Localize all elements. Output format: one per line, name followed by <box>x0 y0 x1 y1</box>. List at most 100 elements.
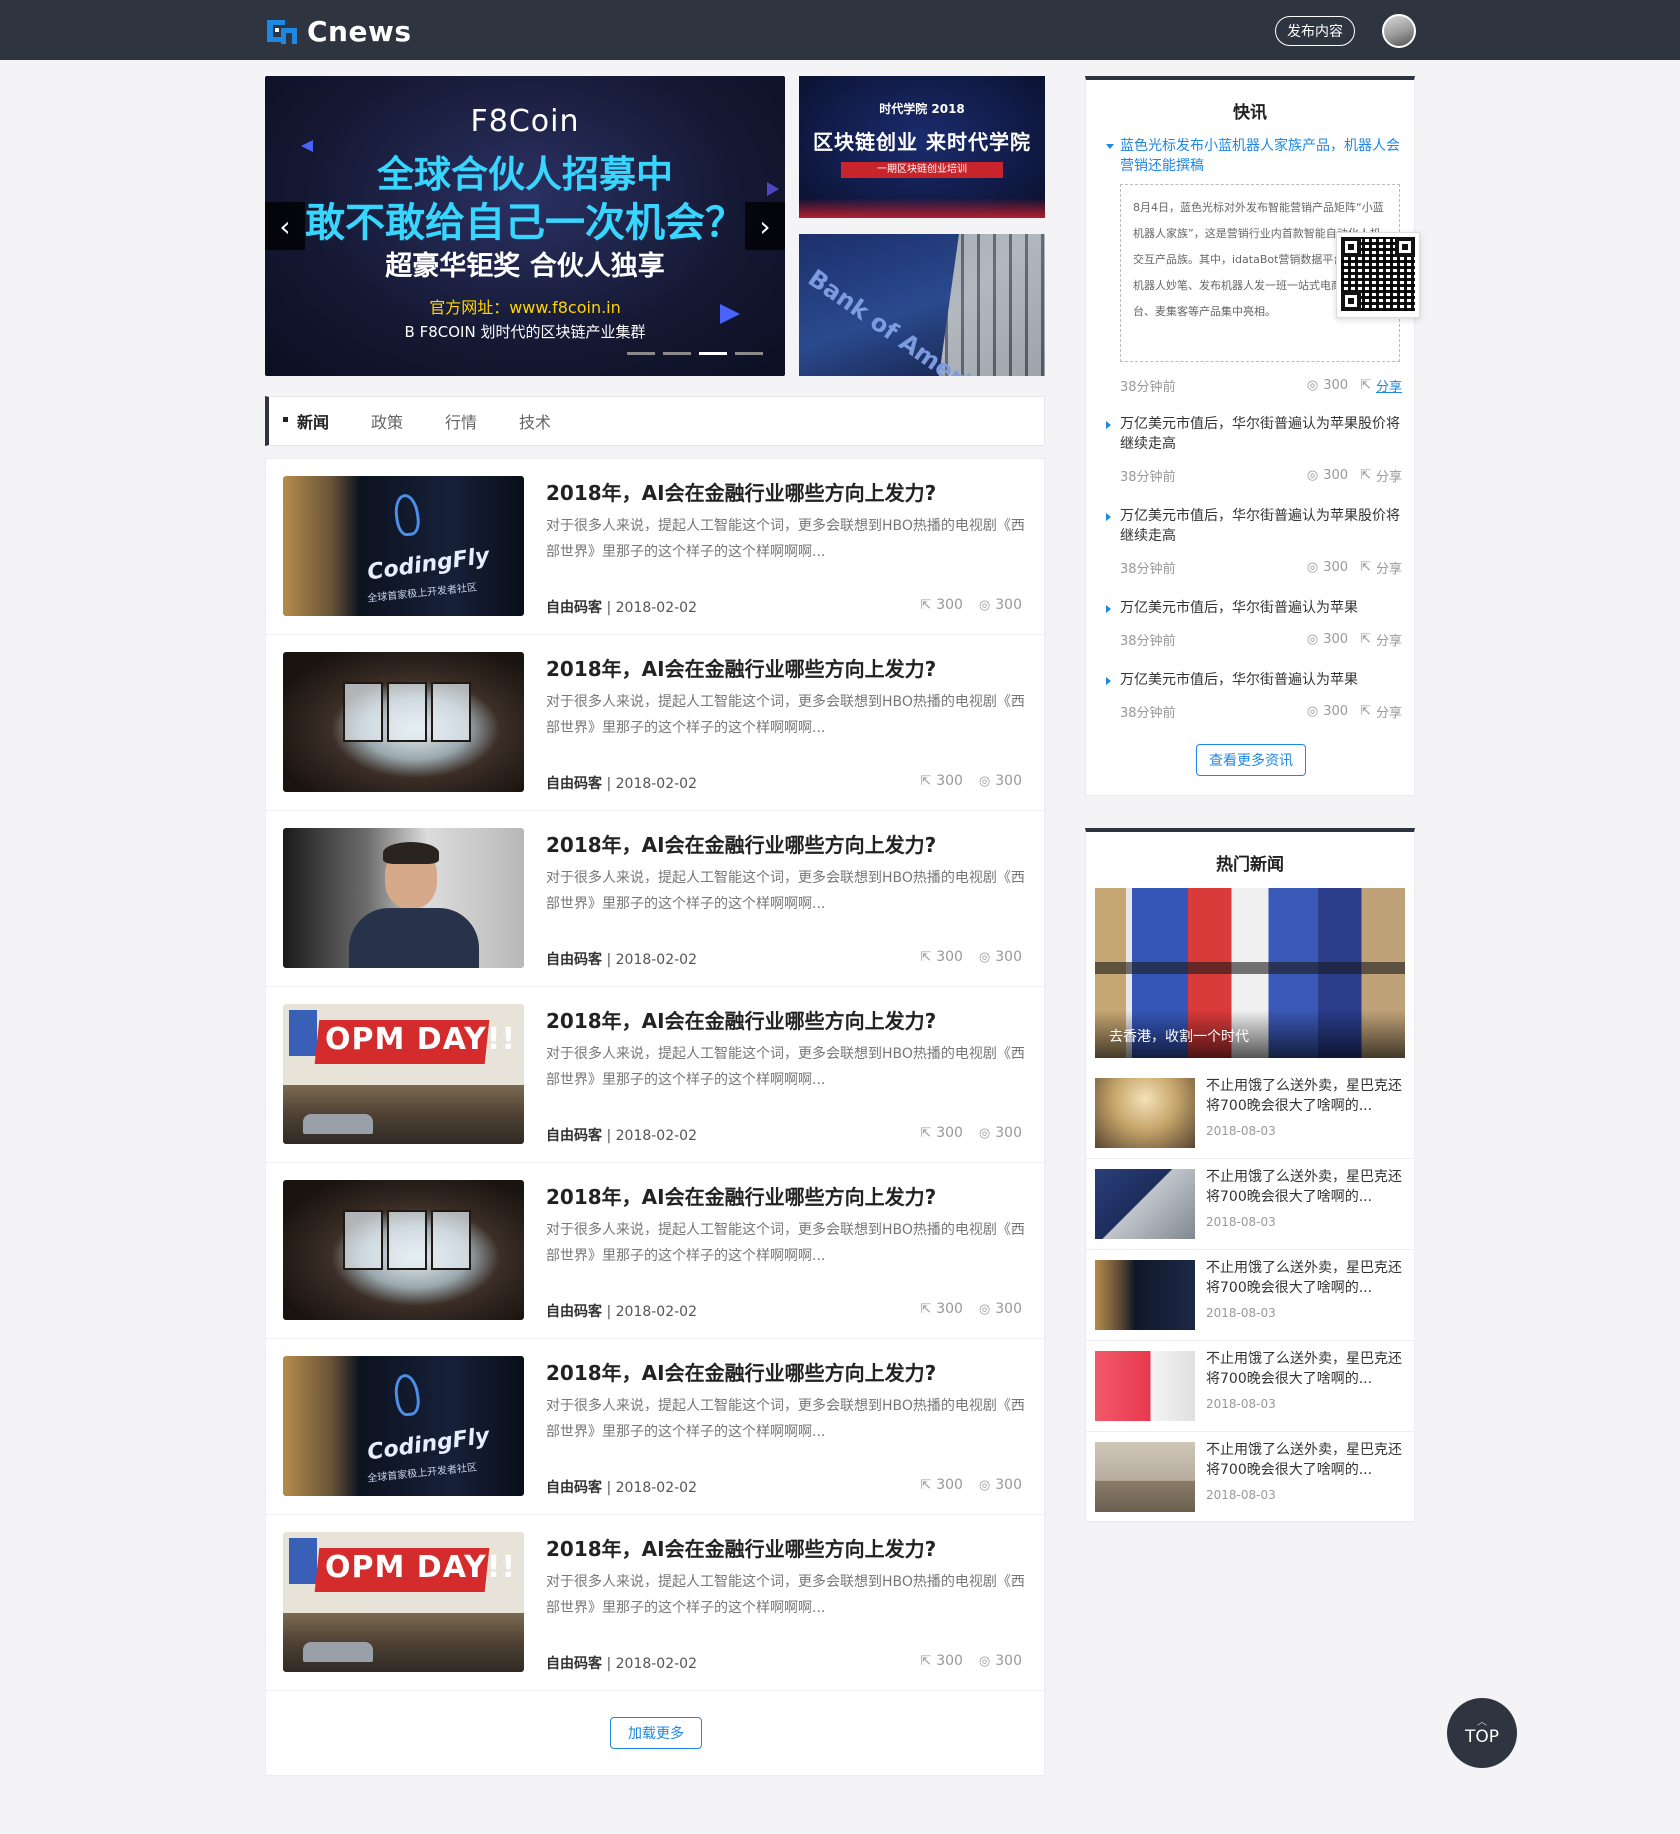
main-banner-carousel[interactable]: F8Coin 全球合伙人招募中 敢不敢给自己一次机会？ 超豪华钜奖 合伙人独享 … <box>265 76 785 376</box>
hot-news-title-text[interactable]: 不止用饿了么送外卖，星巴克还将700晚会很大了啥啊的... <box>1206 1167 1406 1207</box>
hot-news-title-text[interactable]: 不止用饿了么送外卖，星巴克还将700晚会很大了啥啊的... <box>1206 1349 1406 1389</box>
eye-icon: ◎ <box>1306 704 1319 719</box>
carousel-dot-active[interactable] <box>699 352 727 355</box>
news-author[interactable]: 自由码客 <box>546 600 602 616</box>
flash-share[interactable]: ⇱ 分享 <box>1360 376 1402 395</box>
news-item[interactable]: OPM DAY!! 2018年，AI会在金融行业哪些方向上发力? 对于很多人来说… <box>266 987 1044 1163</box>
news-title[interactable]: 2018年，AI会在金融行业哪些方向上发力? <box>546 653 936 682</box>
news-thumbnail[interactable] <box>283 828 524 968</box>
tab-market[interactable]: 行情 <box>445 409 477 433</box>
hot-news-thumbnail[interactable] <box>1095 1169 1195 1239</box>
car-shape <box>303 1642 373 1662</box>
share-link[interactable]: 分享 <box>1376 630 1402 649</box>
hot-feature-card[interactable]: 去香港，收割一个时代 <box>1095 888 1405 1058</box>
news-title[interactable]: 2018年，AI会在金融行业哪些方向上发力? <box>546 477 936 506</box>
view-more-news-button[interactable]: 查看更多资讯 <box>1196 744 1306 776</box>
poster-blue-block <box>289 1538 317 1584</box>
eye-icon: ◎ <box>1306 560 1319 575</box>
side-banner-bank[interactable]: Bank of America <box>799 234 1045 376</box>
tab-tech[interactable]: 技术 <box>519 409 551 433</box>
share-icon: ⇱ <box>920 1653 932 1669</box>
user-avatar[interactable] <box>1382 14 1416 48</box>
share-count[interactable]: ⇱ 300 <box>920 597 963 613</box>
side-banner-title: 区块链创业 来时代学院 <box>813 130 1031 154</box>
news-title[interactable]: 2018年，AI会在金融行业哪些方向上发力? <box>546 1181 936 1210</box>
load-more-button[interactable]: 加载更多 <box>610 1717 702 1749</box>
hot-news-thumbnail[interactable] <box>1095 1078 1195 1148</box>
hot-news-title-text[interactable]: 不止用饿了么送外卖，星巴克还将700晚会很大了啥啊的... <box>1206 1076 1406 1116</box>
flash-item-title[interactable]: 万亿美元市值后，华尔街普遍认为苹果股价将继续走高 <box>1106 506 1402 546</box>
share-count[interactable]: ⇱ 300 <box>920 1301 963 1317</box>
news-title[interactable]: 2018年，AI会在金融行业哪些方向上发力? <box>546 1533 936 1562</box>
news-author[interactable]: 自由码客 <box>546 1128 602 1144</box>
share-count[interactable]: ⇱ 300 <box>920 1125 963 1141</box>
flash-item-title[interactable]: 万亿美元市值后，华尔街普遍认为苹果股价将继续走高 <box>1106 414 1402 454</box>
hot-news-thumbnail[interactable] <box>1095 1442 1195 1512</box>
hot-news-date: 2018-08-03 <box>1206 1124 1276 1138</box>
share-link[interactable]: 分享 <box>1376 376 1402 395</box>
hot-news-date: 2018-08-03 <box>1206 1215 1276 1229</box>
news-item[interactable]: CodingFly 全球首家极上开发者社区 2018年，AI会在金融行业哪些方向… <box>266 459 1044 635</box>
share-link[interactable]: 分享 <box>1376 558 1402 577</box>
carousel-next-button[interactable]: › <box>745 202 785 250</box>
flash-share[interactable]: ⇱ 分享 <box>1360 558 1402 577</box>
flash-item-title[interactable]: 万亿美元市值后，华尔街普遍认为苹果 <box>1106 670 1402 690</box>
carousel-dot[interactable] <box>663 352 691 355</box>
tab-policy[interactable]: 政策 <box>371 409 403 433</box>
share-count[interactable]: ⇱ 300 <box>920 773 963 789</box>
car-shape <box>303 1114 373 1134</box>
hot-news-item[interactable]: 不止用饿了么送外卖，星巴克还将700晚会很大了啥啊的... 2018-08-03 <box>1086 1432 1414 1523</box>
flash-item-title[interactable]: 蓝色光标发布小蓝机器人家族产品，机器人会营销还能撰稿 <box>1106 136 1402 176</box>
news-author[interactable]: 自由码客 <box>546 1480 602 1496</box>
news-title[interactable]: 2018年，AI会在金融行业哪些方向上发力? <box>546 1005 936 1034</box>
flash-share[interactable]: ⇱ 分享 <box>1360 466 1402 485</box>
news-title[interactable]: 2018年，AI会在金融行业哪些方向上发力? <box>546 829 936 858</box>
news-item[interactable]: CodingFly 全球首家极上开发者社区 2018年，AI会在金融行业哪些方向… <box>266 1339 1044 1515</box>
news-thumbnail[interactable]: OPM DAY!! <box>283 1532 524 1672</box>
hot-news-thumbnail[interactable] <box>1095 1351 1195 1421</box>
share-count[interactable]: ⇱ 300 <box>920 949 963 965</box>
news-item[interactable]: 2018年，AI会在金融行业哪些方向上发力? 对于很多人来说，提起人工智能这个词… <box>266 811 1044 987</box>
share-count[interactable]: ⇱ 300 <box>920 1653 963 1669</box>
flash-item-title[interactable]: 万亿美元市值后，华尔街普遍认为苹果 <box>1106 598 1402 618</box>
flash-views: ◎ 300 <box>1307 466 1348 485</box>
news-author[interactable]: 自由码客 <box>546 776 602 792</box>
carousel-prev-button[interactable]: ‹ <box>265 202 305 250</box>
hot-news-item[interactable]: 不止用饿了么送外卖，星巴克还将700晚会很大了啥啊的... 2018-08-03 <box>1086 1250 1414 1341</box>
news-author[interactable]: 自由码客 <box>546 952 602 968</box>
news-title[interactable]: 2018年，AI会在金融行业哪些方向上发力? <box>546 1357 936 1386</box>
news-byline: 自由码客 | 2018-02-02 <box>546 952 697 968</box>
news-item[interactable]: 2018年，AI会在金融行业哪些方向上发力? 对于很多人来说，提起人工智能这个词… <box>266 1163 1044 1339</box>
back-to-top-button[interactable]: ︿ TOP <box>1447 1698 1517 1768</box>
news-thumbnail[interactable]: CodingFly 全球首家极上开发者社区 <box>283 476 524 616</box>
news-summary: 对于很多人来说，提起人工智能这个词，更多会联想到HBO热播的电视剧《西部世界》里… <box>546 518 1025 560</box>
share-count[interactable]: ⇱ 300 <box>920 1477 963 1493</box>
tab-news[interactable]: 新闻 <box>282 409 329 433</box>
carousel-dot[interactable] <box>627 352 655 355</box>
carousel-dot[interactable] <box>735 352 763 355</box>
view-count-value: 300 <box>995 1477 1022 1493</box>
hot-news-item[interactable]: 不止用饿了么送外卖，星巴克还将700晚会很大了啥啊的... 2018-08-03 <box>1086 1068 1414 1159</box>
news-thumbnail[interactable]: CodingFly 全球首家极上开发者社区 <box>283 1356 524 1496</box>
publish-content-button[interactable]: 发布内容 <box>1275 16 1355 46</box>
news-item[interactable]: 2018年，AI会在金融行业哪些方向上发力? 对于很多人来说，提起人工智能这个词… <box>266 635 1044 811</box>
hot-news-item[interactable]: 不止用饿了么送外卖，星巴克还将700晚会很大了啥啊的... 2018-08-03 <box>1086 1341 1414 1432</box>
hot-news-thumbnail[interactable] <box>1095 1260 1195 1330</box>
view-count: ◎ 300 <box>979 1301 1022 1317</box>
news-author[interactable]: 自由码客 <box>546 1304 602 1320</box>
hot-news-title-text[interactable]: 不止用饿了么送外卖，星巴克还将700晚会很大了啥啊的... <box>1206 1440 1406 1480</box>
share-link[interactable]: 分享 <box>1376 702 1402 721</box>
news-thumbnail[interactable]: OPM DAY!! <box>283 1004 524 1144</box>
flash-share[interactable]: ⇱ 分享 <box>1360 630 1402 649</box>
banner-subline: 超豪华钜奖 合伙人独享 <box>385 251 665 282</box>
news-thumbnail[interactable] <box>283 1180 524 1320</box>
news-author[interactable]: 自由码客 <box>546 1656 602 1672</box>
share-link[interactable]: 分享 <box>1376 466 1402 485</box>
flash-share[interactable]: ⇱ 分享 <box>1360 702 1402 721</box>
news-thumbnail[interactable] <box>283 652 524 792</box>
hot-news-title-text[interactable]: 不止用饿了么送外卖，星巴克还将700晚会很大了啥啊的... <box>1206 1258 1406 1298</box>
hot-news-item[interactable]: 不止用饿了么送外卖，星巴克还将700晚会很大了啥啊的... 2018-08-03 <box>1086 1159 1414 1250</box>
cnews-logo[interactable]: Cnews <box>265 14 412 48</box>
news-item[interactable]: OPM DAY!! 2018年，AI会在金融行业哪些方向上发力? 对于很多人来说… <box>266 1515 1044 1691</box>
side-banner-blockchain[interactable]: 时代学院 2018 区块链创业 来时代学院 一期区块链创业培训 <box>799 76 1045 218</box>
